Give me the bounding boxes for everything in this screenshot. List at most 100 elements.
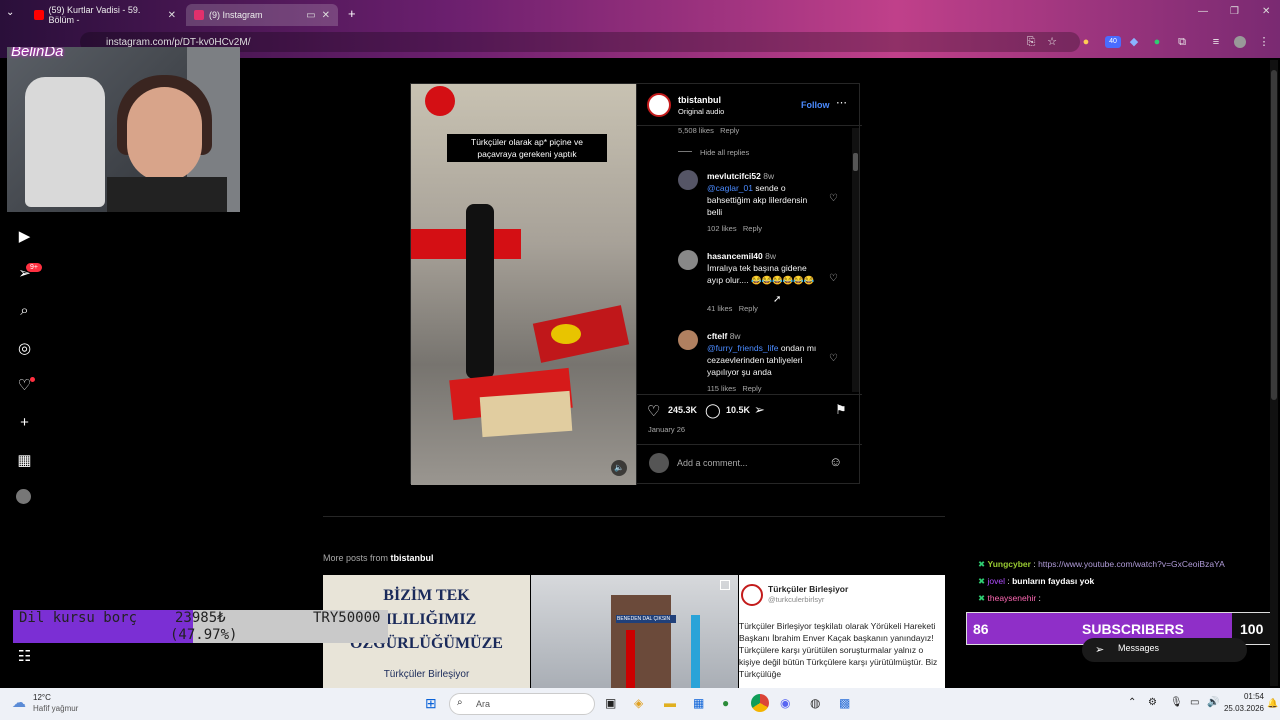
notification-icon[interactable]: 🔔 xyxy=(1267,698,1278,709)
close-icon[interactable]: ✕ xyxy=(168,10,176,21)
hide-replies-button[interactable]: Hide all replies xyxy=(700,148,749,157)
dashboard-icon[interactable]: ▦ xyxy=(16,452,33,469)
maximize-icon[interactable]: ❐ xyxy=(1230,6,1239,17)
reply-button[interactable]: Reply xyxy=(720,126,739,135)
weather-temp[interactable]: 12°C xyxy=(33,693,51,702)
close-icon[interactable]: ✕ xyxy=(322,10,330,21)
network-icon[interactable]: ▭ xyxy=(1190,697,1199,708)
more-post-thumbnail[interactable]: BENEDEN DAL ÇIKSIN xyxy=(531,575,738,688)
new-tab-icon[interactable]: + xyxy=(348,6,356,21)
reply-button[interactable]: Reply xyxy=(743,224,762,233)
more-posts-user[interactable]: tbistanbul xyxy=(391,553,434,563)
reply-button[interactable]: Reply xyxy=(742,384,761,393)
menu-icon[interactable]: ⋮ xyxy=(1258,36,1270,48)
reply-button[interactable]: Reply xyxy=(739,304,758,313)
extension-badge[interactable]: 40 xyxy=(1105,36,1121,48)
more-post-thumbnail[interactable]: Türkçüler Birleşiyor @turkculerbirlsyr T… xyxy=(739,575,945,688)
tray-app-icon[interactable]: ⚙ xyxy=(1148,697,1157,708)
create-icon[interactable]: + xyxy=(16,414,33,431)
tray-chevron-icon[interactable]: ⌃ xyxy=(1128,697,1136,708)
comment-mention[interactable]: @caglar_01 xyxy=(707,183,753,193)
chrome-icon[interactable] xyxy=(751,694,769,712)
likes-count[interactable]: 5,508 likes xyxy=(678,126,714,135)
subs-current: 86 xyxy=(973,621,989,637)
weather-icon[interactable]: ☁ xyxy=(12,694,26,711)
media-control-icon[interactable]: ≡ xyxy=(1210,36,1222,48)
profile-avatar[interactable] xyxy=(1234,36,1246,48)
like-icon[interactable]: ♡ xyxy=(647,402,660,420)
more-posts-label: More posts from xyxy=(323,553,391,563)
comment-like-icon[interactable]: ♡ xyxy=(829,193,838,204)
bookmark-star-icon[interactable]: ☆ xyxy=(1046,36,1058,48)
commenter-avatar[interactable] xyxy=(678,330,698,350)
obs-icon[interactable]: ◍ xyxy=(810,696,820,710)
more-icon[interactable]: ☷ xyxy=(16,648,33,665)
install-icon[interactable]: ⎘ xyxy=(1025,36,1037,48)
commenter-avatar[interactable] xyxy=(678,250,698,270)
comment-mention[interactable]: @furry_friends_life xyxy=(707,343,778,353)
like-count[interactable]: 245.3K xyxy=(668,405,697,415)
comment-like-icon[interactable]: ♡ xyxy=(829,273,838,284)
turkish-flag xyxy=(425,86,455,116)
task-view-icon[interactable]: ▣ xyxy=(605,696,616,710)
emoji-icon[interactable]: ☺ xyxy=(829,454,842,469)
scrollbar-thumb[interactable] xyxy=(853,153,858,171)
page-scrollbar[interactable] xyxy=(1270,60,1278,686)
donation-goal-bar: Dil kursu borç 23985₺ (47.97%) TRY50000 xyxy=(13,610,388,643)
weather-desc[interactable]: Hafif yağmur xyxy=(33,704,78,713)
copilot-icon[interactable]: ◈ xyxy=(634,696,643,710)
tab-media-icon[interactable]: ▭ xyxy=(306,10,315,21)
follow-button[interactable]: Follow xyxy=(801,100,830,110)
add-comment-input[interactable]: Add a comment... xyxy=(677,458,748,468)
minimize-icon[interactable]: — xyxy=(1198,6,1208,17)
start-icon[interactable]: ⊞ xyxy=(425,695,437,712)
taskbar-search[interactable]: Ara xyxy=(449,693,595,715)
explore-icon[interactable]: ◎ xyxy=(16,340,33,357)
windows-taskbar: ☁ 12°C Hafif yağmur ⊞ Ara ⌕ ▣ ◈ ▬ ▦ ● ◉ … xyxy=(0,688,1280,720)
comment-like-icon[interactable]: ♡ xyxy=(829,353,838,364)
app-icon[interactable]: ● xyxy=(722,696,729,710)
page-scrollbar-thumb[interactable] xyxy=(1271,70,1277,400)
author-avatar[interactable] xyxy=(647,93,671,117)
store-icon[interactable]: ▦ xyxy=(693,696,704,710)
messages-popup[interactable]: Messages xyxy=(1082,638,1247,662)
comments-scrollbar[interactable] xyxy=(852,128,859,392)
audio-label[interactable]: Original audio xyxy=(678,107,724,116)
notification-badge: 9+ xyxy=(26,263,42,272)
tab-search-icon[interactable]: ⌄ xyxy=(6,7,20,21)
window-close-icon[interactable]: ✕ xyxy=(1262,6,1270,17)
comment-count[interactable]: 10.5K xyxy=(726,405,750,415)
thumbnail-avatar xyxy=(741,584,763,606)
app-icon[interactable]: ▩ xyxy=(839,696,850,710)
likes-count[interactable]: 102 likes xyxy=(707,224,737,233)
tab-youtube[interactable]: (59) Kurtlar Vadisi - 59. Bölüm - ✕ xyxy=(26,4,184,26)
extensions-puzzle-icon[interactable]: ⧉ xyxy=(1176,36,1188,48)
stream-logo: BelinDa xyxy=(11,47,64,60)
reels-icon[interactable]: ▶ xyxy=(16,228,33,245)
commenter-avatar[interactable] xyxy=(678,170,698,190)
save-icon[interactable]: ⚑ xyxy=(835,402,847,418)
discord-icon[interactable]: ◉ xyxy=(780,696,790,710)
extension-icon[interactable]: ● xyxy=(1080,36,1092,48)
comment-icon[interactable]: ◯ xyxy=(705,402,721,419)
clock-time[interactable]: 01:54 xyxy=(1224,692,1264,701)
extension-icon[interactable]: ◆ xyxy=(1128,36,1140,48)
profile-icon[interactable] xyxy=(16,489,31,504)
author-username[interactable]: tbistanbul xyxy=(678,95,721,105)
mic-icon[interactable]: 🎙 xyxy=(1170,697,1183,708)
more-options-icon[interactable]: ⋯ xyxy=(836,96,847,109)
share-icon[interactable]: ➢ xyxy=(754,402,765,418)
comment-username[interactable]: cftelf xyxy=(707,331,727,341)
comment-username[interactable]: mevlutcifci52 xyxy=(707,171,761,181)
mute-icon[interactable]: 🔈 xyxy=(611,460,627,476)
tab-instagram[interactable]: (9) Instagram ▭ ✕ xyxy=(186,4,338,26)
extension-icon[interactable]: ● xyxy=(1151,36,1163,48)
likes-count[interactable]: 115 likes xyxy=(707,384,736,393)
search-icon[interactable]: ⌕ xyxy=(16,302,33,319)
tab-label: (9) Instagram xyxy=(209,10,263,20)
post-video[interactable]: Türkçüler olarak ap* piçine ve paçavraya… xyxy=(411,84,636,485)
clock-date[interactable]: 25.03.2026 xyxy=(1218,704,1264,713)
likes-count[interactable]: 41 likes xyxy=(707,304,732,313)
file-explorer-icon[interactable]: ▬ xyxy=(664,696,676,710)
comment-username[interactable]: hasancemil40 xyxy=(707,251,763,261)
